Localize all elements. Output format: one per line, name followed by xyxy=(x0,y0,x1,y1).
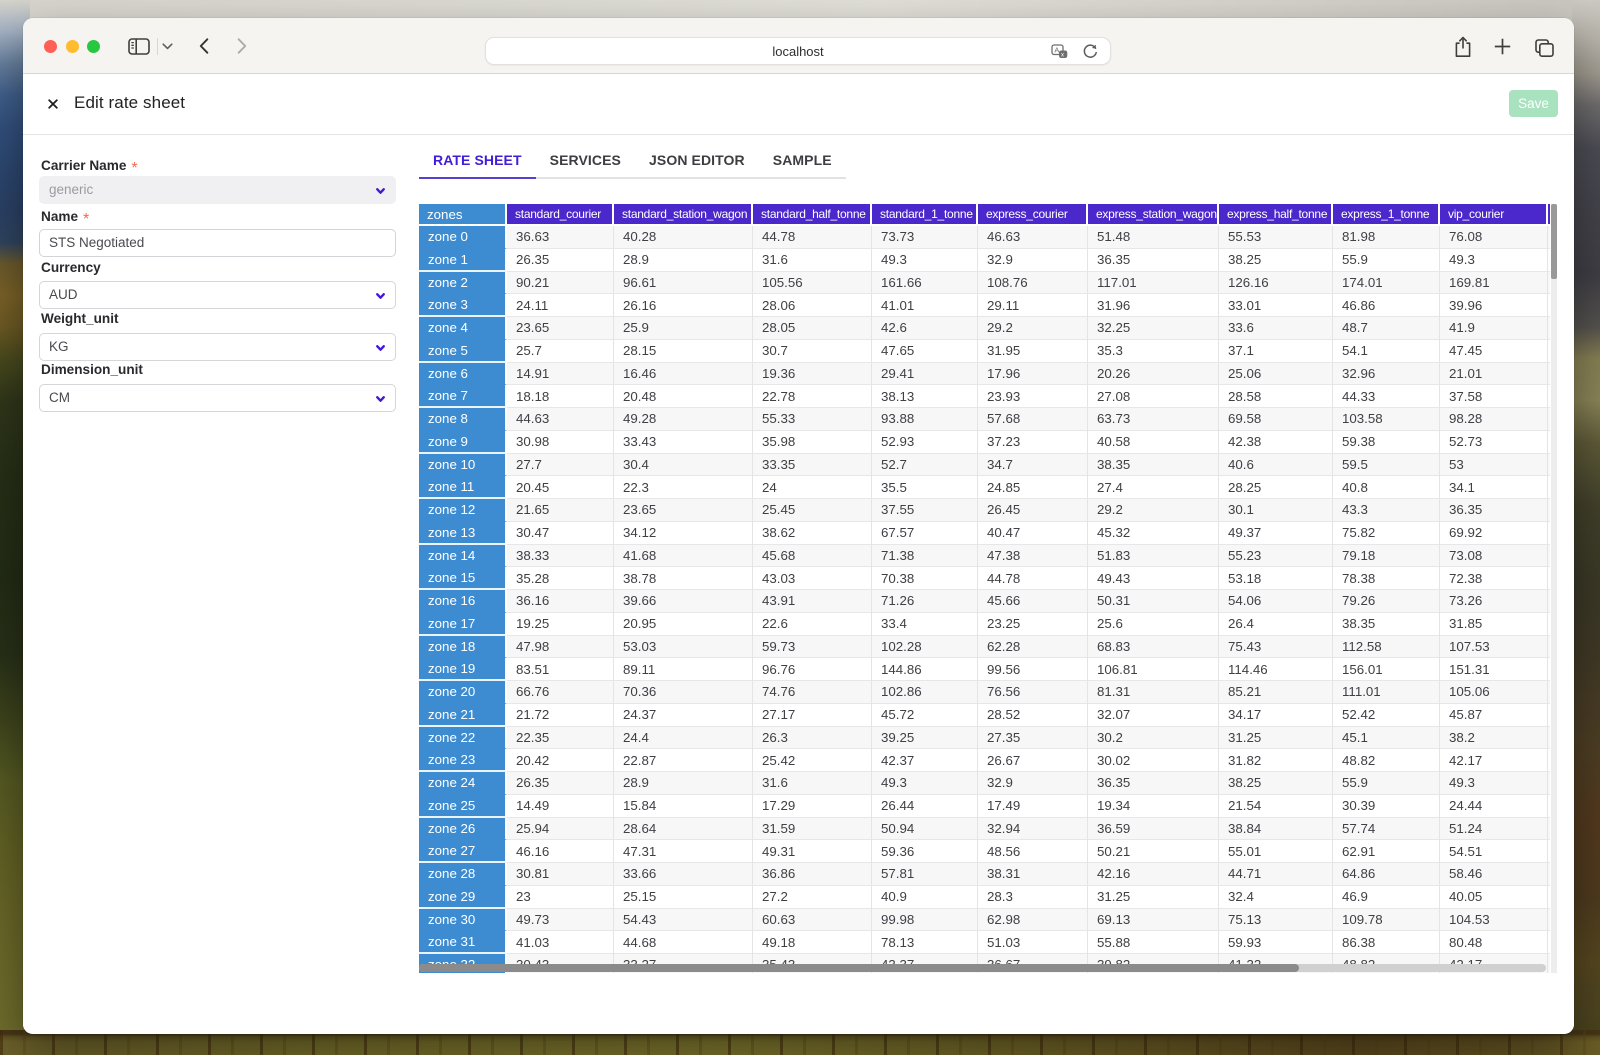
svg-text:A: A xyxy=(1054,46,1059,55)
svg-text:x: x xyxy=(1061,53,1064,59)
